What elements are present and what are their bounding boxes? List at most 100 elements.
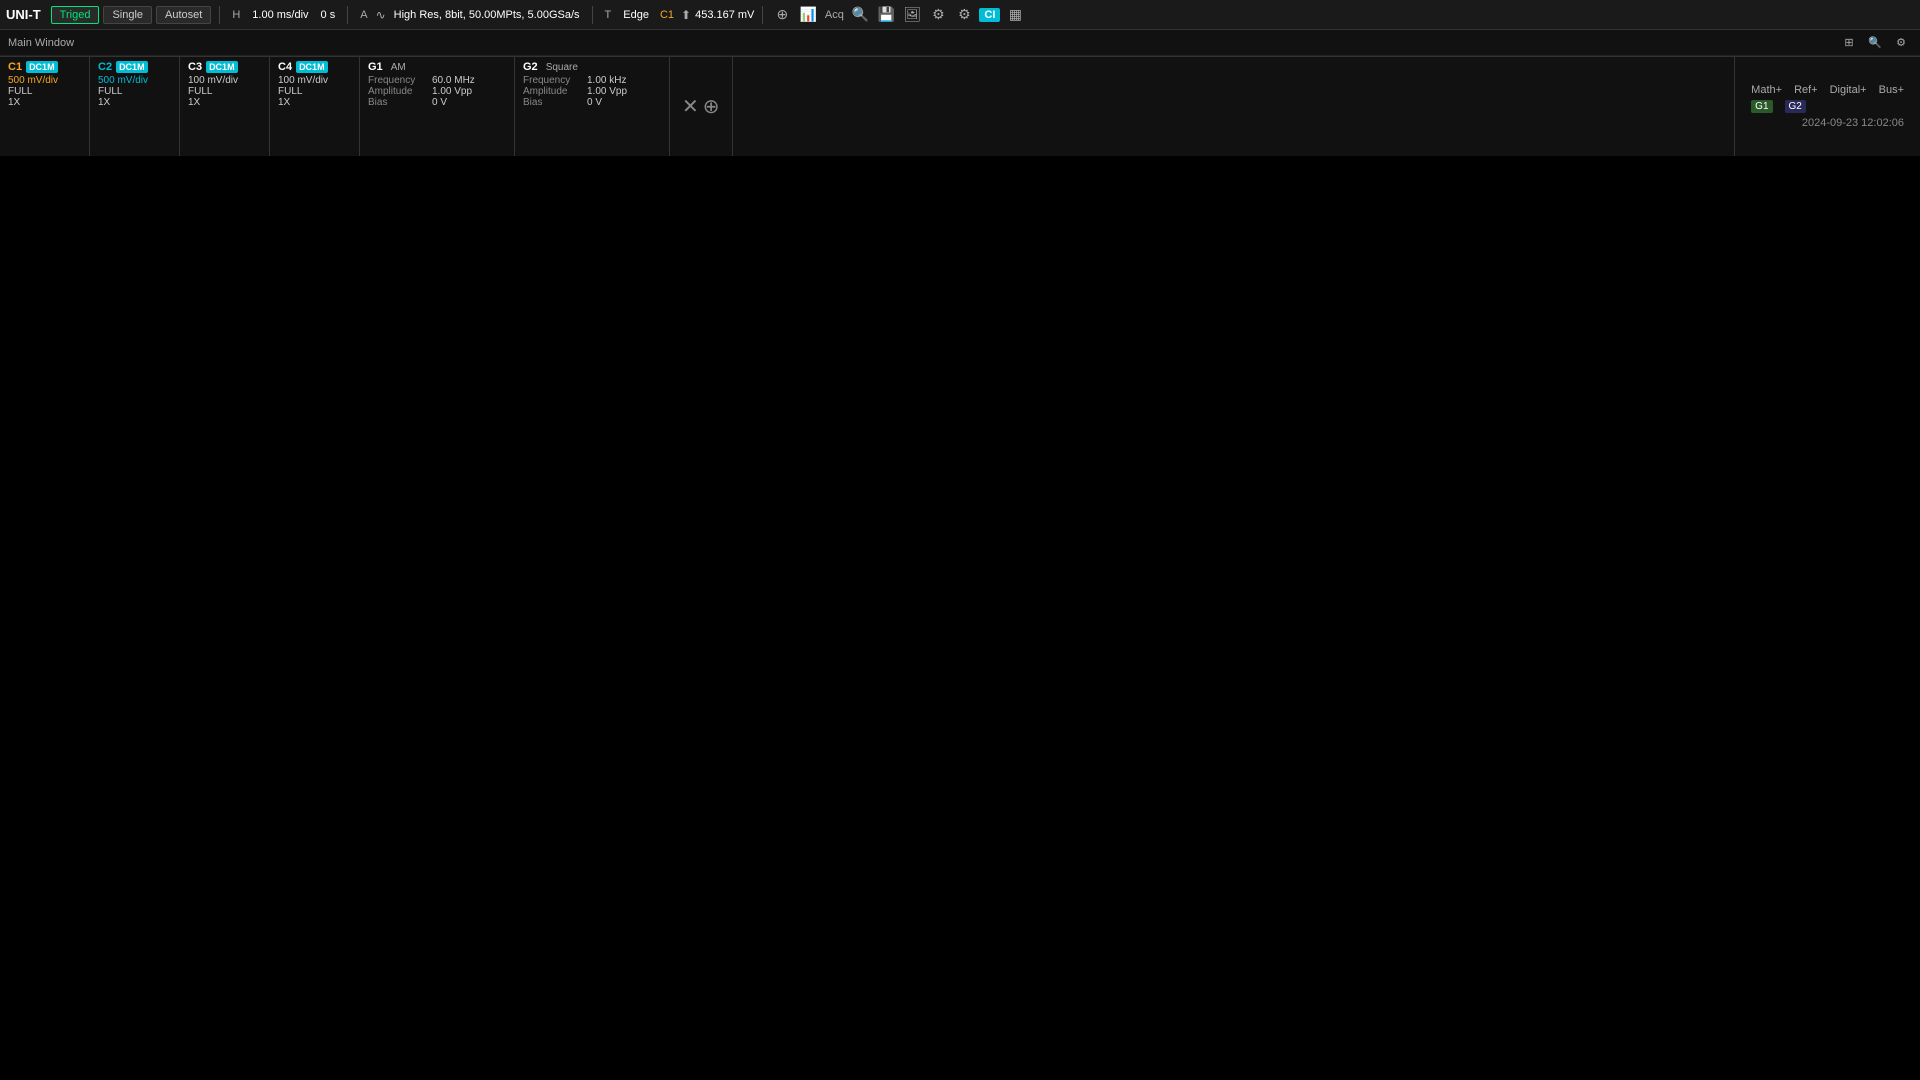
separator4 <box>762 6 763 24</box>
ci-badge: CI <box>979 8 1000 22</box>
ch4-stat1: 100 mV/div <box>278 75 351 86</box>
main-window-title: Main Window <box>8 37 74 49</box>
bus-button[interactable]: Bus+ <box>1879 84 1904 96</box>
autoset-button[interactable]: Autoset <box>156 6 211 24</box>
ch4-header: C4 DC1M <box>278 61 351 73</box>
g2-bottom-mode: Square <box>546 62 578 73</box>
ch3-stat3: 1X <box>188 97 261 108</box>
g2-tool-badge[interactable]: G2 <box>1785 100 1806 113</box>
tool-row-2: G1 G2 <box>1751 100 1904 113</box>
g1-amp-row: Amplitude 1.00 Vpp <box>368 86 506 97</box>
ch4-badge: DC1M <box>296 61 328 73</box>
calibrate-icon[interactable]: ⚙ <box>927 4 949 26</box>
ch2-stat2: FULL <box>98 86 171 97</box>
datetime-display: 2024-09-23 12:02:06 <box>1751 117 1904 129</box>
zoom-icon[interactable]: 🔍 <box>1864 32 1886 54</box>
ch3-name: C3 <box>188 61 202 73</box>
ch4-stat2: FULL <box>278 86 351 97</box>
tool-row-1: Math+ Ref+ Digital+ Bus+ <box>1751 84 1904 96</box>
cross-icon[interactable]: ✕ <box>682 94 699 119</box>
ch3-header: C3 DC1M <box>188 61 261 73</box>
rising-edge-icon: ⬆ <box>681 8 691 22</box>
measure-icon[interactable]: 📊 <box>797 4 819 26</box>
g1-bottom-mode: AM <box>391 62 406 73</box>
layout-icon[interactable]: ▦ <box>1004 4 1026 26</box>
g2-bottom-header: G2 Square <box>523 61 661 73</box>
select-icon[interactable]: ⊞ <box>1838 32 1860 54</box>
ch1-stat3: 1X <box>8 97 81 108</box>
ch1-block: C1 DC1M 500 mV/div FULL 1X <box>0 57 90 156</box>
acq-icon[interactable]: Acq <box>823 4 845 26</box>
g2-freq-val: 1.00 kHz <box>587 75 626 86</box>
ch2-badge: DC1M <box>116 61 148 73</box>
search-icon[interactable]: 🔍 <box>849 4 871 26</box>
a-label: A <box>356 9 371 21</box>
digital-button[interactable]: Digital+ <box>1830 84 1867 96</box>
ch2-stat1: 500 mV/div <box>98 75 171 86</box>
g2-bottom-name: G2 <box>523 61 538 73</box>
acq-mode-value: High Res, 8bit, 50.00MPts, 5.00GSa/s <box>390 9 584 21</box>
g1-bias-key: Bias <box>368 97 428 108</box>
trigger-val: 453.167 mV <box>695 9 754 21</box>
offset-value: 0 s <box>317 9 340 21</box>
ch1-stat1: 500 mV/div <box>8 75 81 86</box>
ch2-block: C2 DC1M 500 mV/div FULL 1X <box>90 57 180 156</box>
time-div-value: 1.00 ms/div <box>248 9 312 21</box>
triged-button[interactable]: Triged <box>51 6 100 24</box>
separator3 <box>592 6 593 24</box>
g1-bottom-block: G1 AM Frequency 60.0 MHz Amplitude 1.00 … <box>360 57 515 156</box>
waveform-icon: ∿ <box>376 8 386 22</box>
ch1-name: C1 <box>8 61 22 73</box>
ch4-name: C4 <box>278 61 292 73</box>
ch2-stat3: 1X <box>98 97 171 108</box>
math-button[interactable]: Math+ <box>1751 84 1782 96</box>
ch3-stat1: 100 mV/div <box>188 75 261 86</box>
ch4-block: C4 DC1M 100 mV/div FULL 1X <box>270 57 360 156</box>
single-button[interactable]: Single <box>103 6 152 24</box>
g1-freq-key: Frequency <box>368 75 428 86</box>
g2-freq-key: Frequency <box>523 75 583 86</box>
top-toolbar: UNI-T Triged Single Autoset H 1.00 ms/di… <box>0 0 1920 30</box>
g1-amp-key: Amplitude <box>368 86 428 97</box>
ch4-stat3: 1X <box>278 97 351 108</box>
g2-amp-row: Amplitude 1.00 Vpp <box>523 86 661 97</box>
trigger-ch: C1 <box>657 9 677 21</box>
g1-bias-val: 0 V <box>432 97 447 108</box>
sec-icons: ⊞ 🔍 ⚙ <box>1838 32 1912 54</box>
cursor-cross-icon[interactable]: ⊕ <box>703 94 720 119</box>
g1-freq-val: 60.0 MHz <box>432 75 475 86</box>
ch3-stat2: FULL <box>188 86 261 97</box>
sec-settings-icon[interactable]: ⚙ <box>1890 32 1912 54</box>
separator2 <box>347 6 348 24</box>
screenshot-icon[interactable]: 🖼 <box>901 4 923 26</box>
ch1-stat2: FULL <box>8 86 81 97</box>
measure-cross: ✕ ⊕ <box>670 57 733 156</box>
brand-logo: UNI-T <box>6 7 41 22</box>
g1-bottom-header: G1 AM <box>368 61 506 73</box>
g2-bias-val: 0 V <box>587 97 602 108</box>
right-tools: Math+ Ref+ Digital+ Bus+ G1 G2 2024-09-2… <box>1734 57 1920 156</box>
ch3-block: C3 DC1M 100 mV/div FULL 1X <box>180 57 270 156</box>
g1-tool-badge[interactable]: G1 <box>1751 100 1772 113</box>
g2-bias-row: Bias 0 V <box>523 97 661 108</box>
g2-freq-row: Frequency 1.00 kHz <box>523 75 661 86</box>
cursor-icon[interactable]: ⊕ <box>771 4 793 26</box>
sec-toolbar: Main Window ⊞ 🔍 ⚙ <box>0 30 1920 56</box>
g2-bias-key: Bias <box>523 97 583 108</box>
ch1-header: C1 DC1M <box>8 61 81 73</box>
bottom-bar: C1 DC1M 500 mV/div FULL 1X C2 DC1M 500 m… <box>0 56 1920 156</box>
ch2-header: C2 DC1M <box>98 61 171 73</box>
separator <box>219 6 220 24</box>
ch3-badge: DC1M <box>206 61 238 73</box>
ch1-badge: DC1M <box>26 61 58 73</box>
trigger-type-value: Edge <box>619 9 653 21</box>
g1-bias-row: Bias 0 V <box>368 97 506 108</box>
g2-amp-key: Amplitude <box>523 86 583 97</box>
g2-bottom-block: G2 Square Frequency 1.00 kHz Amplitude 1… <box>515 57 670 156</box>
g1-freq-row: Frequency 60.0 MHz <box>368 75 506 86</box>
save-icon[interactable]: 💾 <box>875 4 897 26</box>
ref-button[interactable]: Ref+ <box>1794 84 1818 96</box>
g1-amp-val: 1.00 Vpp <box>432 86 472 97</box>
h-label: H <box>228 9 244 21</box>
settings-icon[interactable]: ⚙ <box>953 4 975 26</box>
